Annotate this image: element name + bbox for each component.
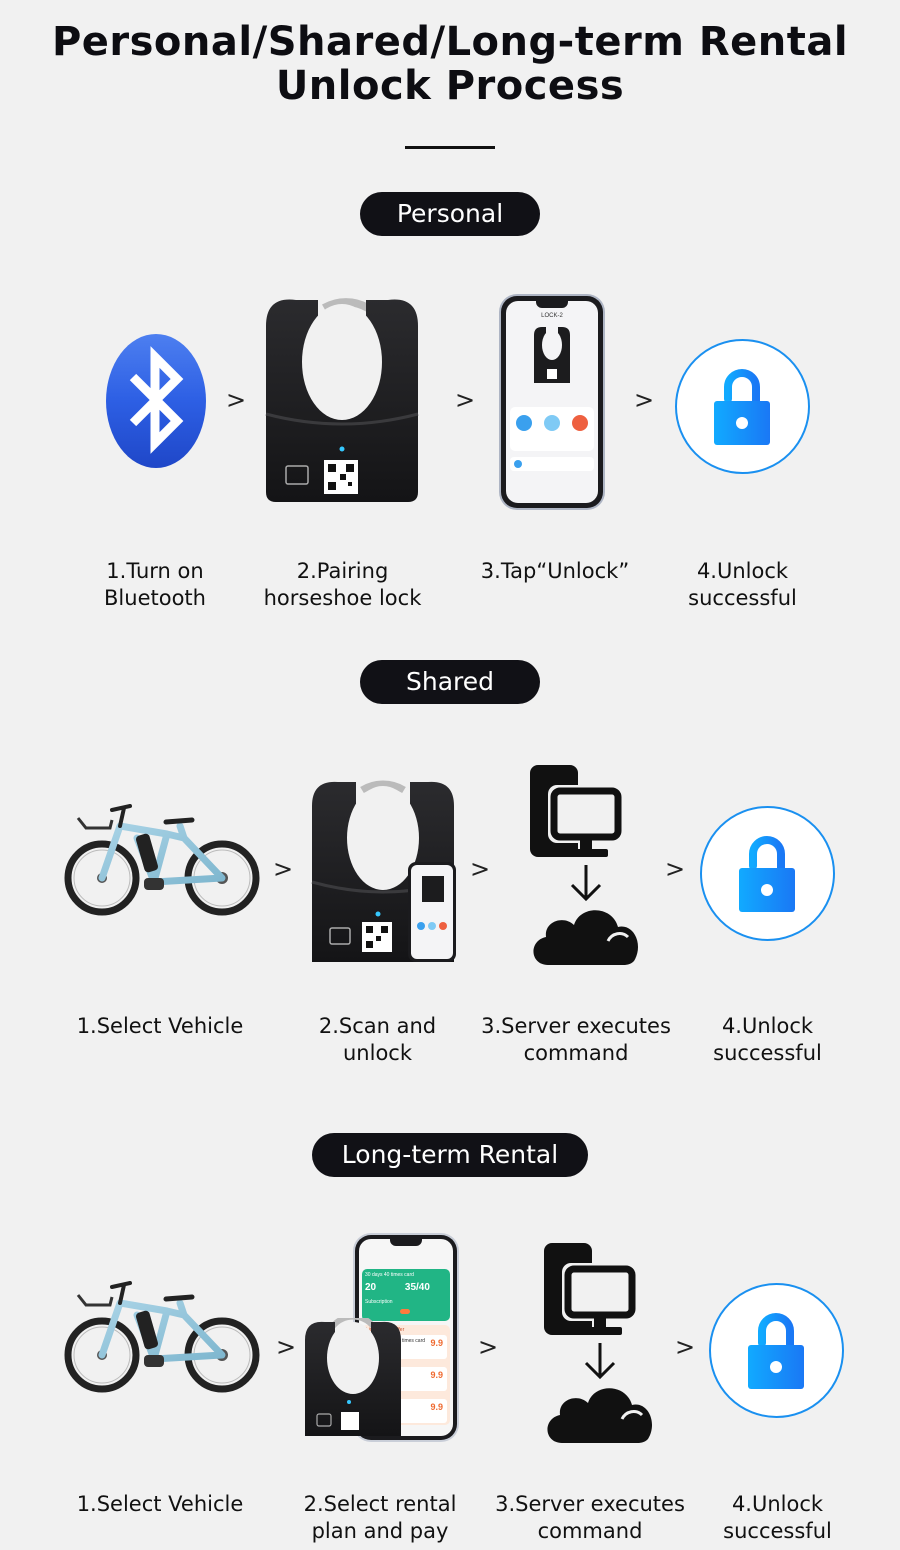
- lock-with-phone-image: [311, 780, 456, 962]
- plan-price: 9.9: [430, 1338, 443, 1348]
- step-label: 4.Unlock successful: [713, 1014, 822, 1065]
- section-pill-shared: Shared: [360, 660, 540, 704]
- chevron-right-icon: >: [634, 386, 655, 414]
- chevron-right-icon: >: [276, 1333, 297, 1361]
- phone-app-image: LOCK-2: [501, 296, 603, 508]
- server-cloud-icon: [544, 1243, 664, 1448]
- battery-button[interactable]: [572, 415, 588, 431]
- unlock-success-badge: [675, 339, 810, 474]
- remaining-days: 20: [365, 1282, 377, 1293]
- chevron-right-icon: >: [665, 855, 686, 883]
- step-label: 3.Tap“Unlock”: [480, 559, 630, 583]
- step-label: 2.Scan and unlock: [318, 1014, 437, 1065]
- record-row[interactable]: [510, 457, 594, 471]
- chevron-right-icon: >: [226, 386, 247, 414]
- subscription-toggle[interactable]: [400, 1309, 410, 1314]
- chevron-right-icon: >: [455, 386, 476, 414]
- page-title: Personal/Shared/Long-term Rental Unlock …: [0, 20, 900, 108]
- unlock-icon: [677, 341, 808, 472]
- step-label: 1.Select Vehicle: [76, 1014, 244, 1038]
- server-cloud-icon: [530, 765, 650, 970]
- step-label: 2.Pairing horseshoe lock: [263, 559, 422, 610]
- chevron-right-icon: >: [470, 855, 491, 883]
- lock-thumbnail: [534, 327, 570, 383]
- action-row: [510, 407, 594, 451]
- remaining-times: 35/40: [404, 1282, 430, 1293]
- step-label: 4.Unlock successful: [688, 559, 797, 610]
- phone-screen-title: LOCK-2: [541, 313, 563, 319]
- unlock-success-badge: [700, 806, 835, 941]
- section-pill-long-term-rental: Long-term Rental: [312, 1133, 588, 1177]
- ebike-image: [62, 798, 262, 923]
- subscription-label: Subscription: [365, 1299, 393, 1305]
- horseshoe-lock-image: [305, 1318, 401, 1436]
- chevron-right-icon: >: [273, 855, 294, 883]
- unlock-success-badge: [709, 1283, 844, 1418]
- chevron-right-icon: >: [675, 1333, 696, 1361]
- record-icon: [514, 460, 522, 468]
- page-title-line2: Unlock Process: [275, 63, 625, 109]
- rental-card: 30 days 40 times card 20 35/40 Subscript…: [362, 1269, 450, 1321]
- phone-notch: [536, 301, 568, 308]
- title-divider: [405, 146, 495, 149]
- plan-price: 9.9: [430, 1370, 443, 1380]
- unlock-button[interactable]: [544, 415, 560, 431]
- unlock-icon: [702, 808, 833, 939]
- phone-screen: LOCK-2: [506, 301, 598, 503]
- section-pill-personal: Personal: [360, 192, 540, 236]
- phone-notch: [390, 1239, 422, 1246]
- step-label: 2.Select rental plan and pay: [303, 1492, 457, 1543]
- rental-card-title: 30 days 40 times card: [365, 1272, 414, 1278]
- step-label: 3.Server executes command: [495, 1492, 685, 1543]
- ebike-image: [62, 1275, 262, 1400]
- chevron-right-icon: >: [478, 1333, 499, 1361]
- step-label: 1.Turn on Bluetooth: [104, 559, 206, 610]
- step-label: 3.Server executes command: [481, 1014, 671, 1065]
- page-title-line1: Personal/Shared/Long-term Rental: [51, 19, 849, 65]
- step-label: 4.Unlock successful: [723, 1492, 832, 1543]
- unlock-icon: [711, 1285, 842, 1416]
- horseshoe-lock-image: [265, 298, 419, 502]
- step-label: 1.Select Vehicle: [76, 1492, 244, 1516]
- pair-button[interactable]: [516, 415, 532, 431]
- bluetooth-icon: [106, 334, 206, 468]
- plan-price: 9.9: [430, 1402, 443, 1412]
